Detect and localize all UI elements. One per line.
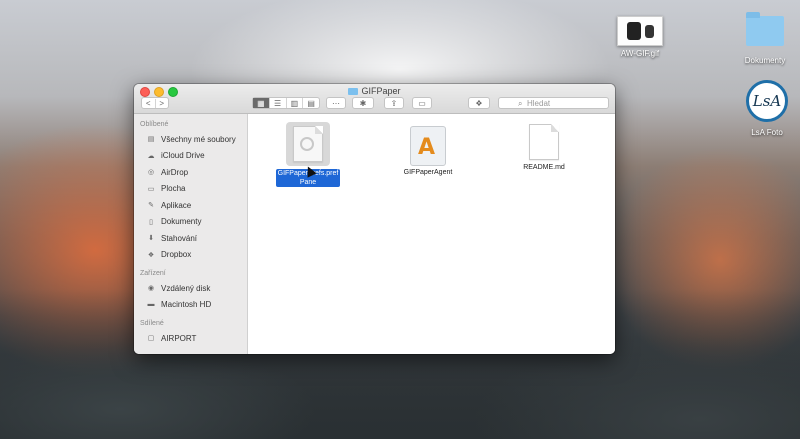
sidebar-item-airport[interactable]: ▢ AIRPORT <box>134 330 247 347</box>
file-name-label: README.md <box>523 164 565 171</box>
sidebar-item-icloud[interactable]: ☁ iCloud Drive <box>134 148 247 165</box>
folder-icon <box>746 12 784 46</box>
desktop-icon-label: Dokumenty <box>744 56 786 65</box>
column-view-button[interactable]: ▥ <box>285 98 303 108</box>
back-button[interactable]: < <box>142 99 155 108</box>
cover-flow-button[interactable]: ▤ <box>302 98 319 108</box>
dropbox-button[interactable]: ❖ <box>468 97 490 109</box>
sidebar-item-macintosh-hd[interactable]: ▬ Macintosh HD <box>134 297 247 314</box>
dropbox-icon: ❖ <box>147 251 155 259</box>
gif-thumbnail-icon <box>617 16 663 46</box>
desktop-icon-label: AW-GIF.gif <box>620 49 660 58</box>
share-icon: ⇪ <box>390 98 398 108</box>
file-selection-highlight <box>286 122 330 166</box>
search-placeholder: Hledat <box>527 99 551 108</box>
file-item-readme[interactable]: README.md <box>504 124 584 171</box>
sidebar-item-airdrop[interactable]: ◎ AirDrop <box>134 164 247 181</box>
arrange-icon: ⋯ <box>332 98 340 108</box>
finder-window: GIFPaper < > ▦ ☰ ▥ ▤ ⋯ ✱ ⇪ ▭ ❖ ⌕ Hledat … <box>134 84 615 354</box>
file-name-label: GIFPaperAgent <box>403 169 453 176</box>
sidebar-item-documents[interactable]: ▯ Dokumenty <box>134 214 247 231</box>
navigation-buttons: < > <box>141 97 169 109</box>
sidebar-heading-devices: Zařízení <box>140 270 166 277</box>
sidebar-heading-favorites: Oblíbené <box>140 121 169 128</box>
sidebar-heading-shared: Sdílené <box>140 320 164 327</box>
folder-icon <box>348 88 359 96</box>
desktop-icon-dokumenty[interactable]: Dokumenty <box>720 12 800 65</box>
file-item-gifpaperagent[interactable]: A GIFPaperAgent <box>383 126 473 176</box>
desktop-icon-label: LsA Foto <box>751 128 783 137</box>
share-button[interactable]: ⇪ <box>384 97 404 109</box>
desktop-icon-lsa-foto[interactable]: LsA LsA Foto <box>722 80 800 137</box>
search-icon: ⌕ <box>518 99 523 108</box>
arrange-button[interactable]: ⋯ <box>326 97 346 109</box>
airdrop-icon: ◎ <box>147 169 155 177</box>
hard-drive-icon: ▬ <box>147 301 155 309</box>
sidebar-item-downloads[interactable]: ⬇ Stahování <box>134 230 247 247</box>
list-view-button[interactable]: ☰ <box>268 98 286 108</box>
icon-view-button[interactable]: ▦ <box>253 98 269 108</box>
file-browser-content: GIFPaperPrefs.pref Pane A GIFPaperAgent … <box>248 114 615 354</box>
sidebar-item-remote-disc[interactable]: ◉ Vzdálený disk <box>134 280 247 297</box>
application-icon: A <box>410 126 446 166</box>
action-button[interactable]: ✱ <box>352 97 374 109</box>
sidebar-item-all-files[interactable]: ▤ Všechny mé soubory <box>134 131 247 148</box>
sidebar-item-dropbox[interactable]: ❖ Dropbox <box>134 247 247 264</box>
search-field[interactable]: ⌕ Hledat <box>498 97 609 109</box>
remote-disc-icon: ◉ <box>147 285 155 293</box>
downloads-icon: ⬇ <box>148 235 154 243</box>
tag-icon: ▭ <box>418 98 426 108</box>
airport-icon: ▢ <box>147 335 155 343</box>
desktop-icon-aw-gif[interactable]: AW-GIF.gif <box>595 16 685 58</box>
sidebar-item-desktop[interactable]: ▭ Plocha <box>134 181 247 198</box>
dropbox-icon: ❖ <box>475 98 483 108</box>
documents-icon: ▯ <box>149 218 153 226</box>
gear-icon: ✱ <box>359 98 367 108</box>
sidebar: Oblíbené ▤ Všechny mé soubory ☁ iCloud Dri… <box>134 114 248 354</box>
sidebar-item-applications[interactable]: ✎ Aplikace <box>134 197 247 214</box>
tag-button[interactable]: ▭ <box>412 97 432 109</box>
view-mode-switcher: ▦ ☰ ▥ ▤ <box>252 97 320 109</box>
preference-pane-icon <box>293 126 323 162</box>
forward-button[interactable]: > <box>154 98 169 108</box>
lsa-logo-icon: LsA <box>746 80 788 122</box>
window-titlebar[interactable]: GIFPaper < > ▦ ☰ ▥ ▤ ⋯ ✱ ⇪ ▭ ❖ ⌕ Hledat <box>134 84 615 114</box>
document-icon <box>529 124 559 160</box>
all-files-icon: ▤ <box>147 136 155 144</box>
desktop-icon: ▭ <box>147 185 155 193</box>
applications-icon: ✎ <box>148 202 154 210</box>
window-title: GIFPaper <box>134 86 615 96</box>
icloud-icon: ☁ <box>147 152 155 160</box>
